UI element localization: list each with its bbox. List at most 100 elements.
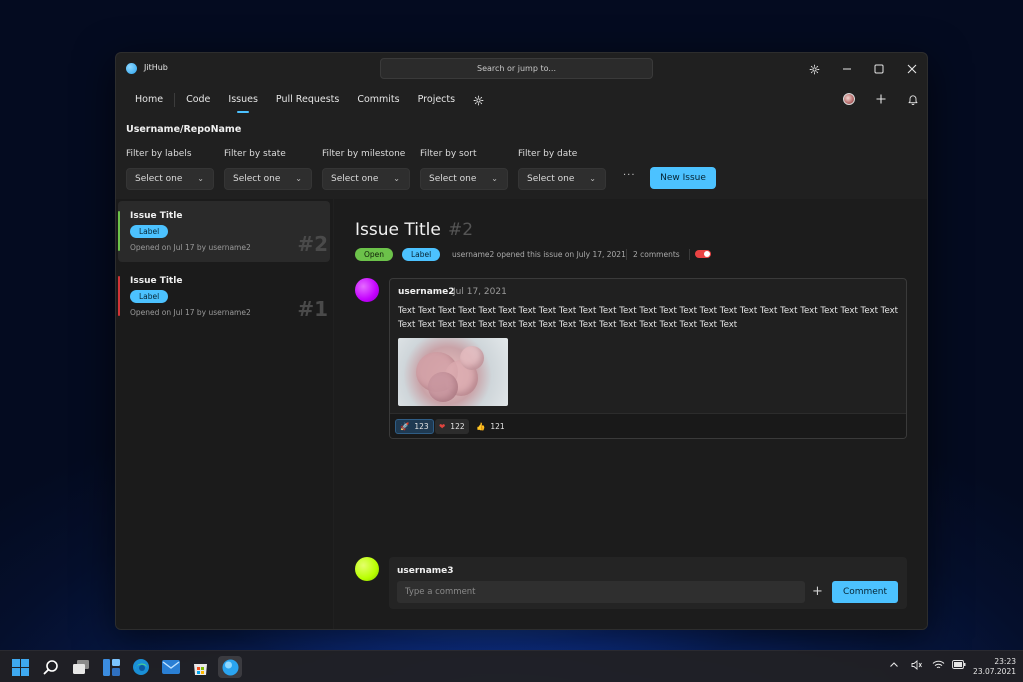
thumbs-up-icon: 👍 (476, 422, 486, 431)
nav-bar: Home Code Issues Pull Requests Commits P… (126, 87, 488, 113)
reaction-count: 121 (490, 422, 505, 431)
reactions-bar: 🚀 123 ❤ 122 👍 121 (390, 413, 906, 438)
more-options-button[interactable]: ··· (623, 170, 636, 181)
search-input[interactable]: Search or jump to... (380, 58, 653, 79)
gear-icon[interactable] (468, 87, 488, 113)
filter-sort-select[interactable]: Select one ⌄ (420, 168, 508, 190)
taskbar-clock[interactable]: 23:23 23.07.2021 (970, 657, 1016, 677)
filter-value: Select one (527, 174, 575, 184)
new-comment-box: username3 + Comment (389, 557, 907, 609)
plus-icon[interactable] (871, 89, 891, 109)
label-badge: Label (130, 290, 169, 303)
comment-author: username3 (397, 566, 454, 576)
avatar (355, 278, 379, 302)
list-item[interactable]: Issue Title Label Opened on Jul 17 by us… (118, 201, 330, 262)
tab-commits[interactable]: Commits (348, 87, 408, 113)
widgets-icon[interactable] (100, 656, 122, 678)
filter-milestone: Filter by milestone Select one ⌄ (322, 149, 410, 190)
chevron-down-icon: ⌄ (589, 174, 596, 183)
comment-date: Jul 17, 2021 (453, 287, 507, 297)
minimize-icon[interactable] (837, 59, 857, 79)
toggle-switch[interactable] (695, 250, 711, 258)
jithub-icon[interactable] (218, 656, 242, 678)
battery-icon[interactable] (952, 660, 966, 672)
comment-card: username2 Jul 17, 2021 Text Text Text Te… (389, 278, 907, 439)
issue-number: #2 (297, 232, 328, 256)
issue-number: #1 (297, 297, 328, 321)
app-title: JitHub (144, 63, 168, 72)
rocket-icon: 🚀 (400, 422, 410, 431)
repo-name: Username/RepoName (126, 124, 242, 135)
filter-value: Select one (429, 174, 477, 184)
comment-author[interactable]: username2 (398, 287, 455, 297)
chevron-down-icon: ⌄ (295, 174, 302, 183)
comment-image (398, 338, 508, 406)
issue-number: #2 (448, 220, 474, 240)
filter-milestone-select[interactable]: Select one ⌄ (322, 168, 410, 190)
nav-divider (174, 93, 176, 107)
bell-icon[interactable] (903, 89, 923, 109)
tab-home[interactable]: Home (126, 87, 172, 113)
maximize-icon[interactable] (869, 59, 889, 79)
reaction-rocket[interactable]: 🚀 123 (395, 419, 434, 434)
avatar[interactable] (843, 93, 855, 105)
comment-input[interactable] (397, 581, 805, 603)
reaction-count: 122 (450, 422, 465, 431)
filter-label: Filter by sort (420, 149, 477, 159)
filter-state-select[interactable]: Select one ⌄ (224, 168, 312, 190)
status-badge: Open (355, 248, 394, 261)
issue-opened-text: username2 opened this issue on July 17, … (452, 250, 626, 259)
filter-label: Filter by state (224, 149, 286, 159)
reaction-count: 123 (414, 422, 429, 431)
reaction-thumbs-up[interactable]: 👍 121 (472, 419, 509, 434)
status-bar (118, 276, 120, 316)
search-icon[interactable] (40, 656, 62, 678)
store-icon[interactable] (189, 656, 211, 678)
label-badge: Label (130, 225, 169, 238)
tab-issues[interactable]: Issues (219, 87, 267, 113)
app-logo-icon (126, 63, 137, 74)
tab-code[interactable]: Code (177, 87, 219, 113)
comments-count: 2 comments (633, 250, 680, 259)
edge-icon[interactable] (130, 656, 152, 678)
tab-projects[interactable]: Projects (409, 87, 464, 113)
wifi-icon[interactable] (932, 660, 945, 673)
comment-button[interactable]: Comment (832, 581, 898, 603)
app-window: JitHub Search or jump to... Home Code Is… (115, 52, 928, 630)
reaction-heart[interactable]: ❤ 122 (435, 419, 469, 434)
filter-label: Filter by date (518, 149, 578, 159)
chevron-down-icon: ⌄ (491, 174, 498, 183)
comment-body: Text Text Text Text Text Text Text Text … (398, 306, 899, 330)
divider (689, 249, 690, 260)
chevron-up-icon[interactable] (889, 660, 899, 673)
avatar (355, 557, 379, 581)
clock-date: 23.07.2021 (973, 667, 1016, 676)
issue-list: Issue Title Label Opened on Jul 17 by us… (116, 199, 333, 629)
tab-pull-requests[interactable]: Pull Requests (267, 87, 348, 113)
windows-start-icon[interactable] (9, 656, 31, 678)
gear-icon[interactable] (804, 59, 824, 79)
speaker-icon[interactable] (911, 660, 923, 673)
label-badge: Label (402, 248, 441, 261)
filter-date: Filter by date Select one ⌄ (518, 149, 606, 190)
issue-detail: Issue Title #2 Open Label username2 open… (334, 199, 927, 629)
filter-label: Filter by milestone (322, 149, 406, 159)
issue-title: Issue Title (130, 211, 183, 221)
chevron-down-icon: ⌄ (197, 174, 204, 183)
divider (626, 249, 627, 260)
list-item[interactable]: Issue Title Label Opened on Jul 17 by us… (118, 266, 330, 327)
close-icon[interactable] (902, 59, 922, 79)
issue-meta: Opened on Jul 17 by username2 (130, 308, 251, 317)
task-view-icon[interactable] (70, 656, 92, 678)
plus-icon[interactable]: + (812, 584, 823, 599)
filter-labels-select[interactable]: Select one ⌄ (126, 168, 214, 190)
filter-state: Filter by state Select one ⌄ (224, 149, 312, 190)
mail-icon[interactable] (160, 656, 182, 678)
status-bar (118, 211, 120, 251)
issue-title: Issue Title (130, 276, 183, 286)
page-title: Issue Title (355, 220, 441, 240)
issue-meta: Opened on Jul 17 by username2 (130, 243, 251, 252)
new-issue-button[interactable]: New Issue (650, 167, 716, 189)
filter-date-select[interactable]: Select one ⌄ (518, 168, 606, 190)
filter-value: Select one (135, 174, 183, 184)
